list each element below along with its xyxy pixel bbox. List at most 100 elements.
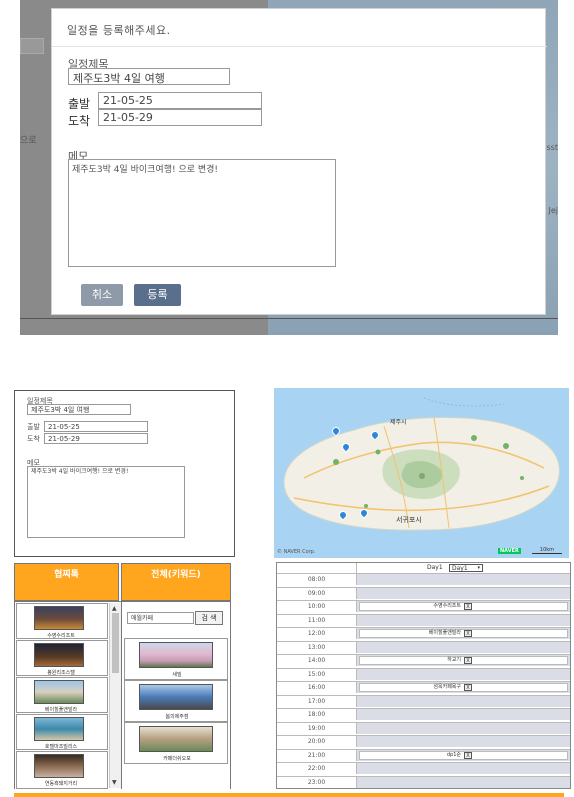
remove-event-button[interactable]: X bbox=[464, 603, 472, 610]
schedule-row: 18:00 bbox=[277, 708, 570, 721]
schedule-row: 13:00 bbox=[277, 640, 570, 654]
event-item[interactable]: 하교기 X bbox=[359, 656, 568, 665]
time-cell: 15:00 bbox=[277, 668, 357, 680]
tab-popular[interactable]: 협찌톡 bbox=[14, 563, 119, 601]
remove-event-button[interactable]: X bbox=[464, 684, 472, 691]
backdrop-field bbox=[20, 38, 44, 54]
event-label: dp1순 bbox=[446, 751, 461, 758]
schedule-modal: 일정을 등록해주세요. 일정제목 제주도3박 4일 여행 출발 21-05-25… bbox=[51, 8, 547, 315]
form-memo-textarea[interactable]: 제주도3박 4일 바이크여행! 으로 변경! bbox=[27, 466, 185, 538]
map-canvas bbox=[283, 397, 560, 531]
list-item[interactable]: 봉원리조스텔 bbox=[16, 640, 108, 676]
remove-event-button[interactable]: X bbox=[464, 630, 472, 637]
time-cell: 10:00 bbox=[277, 601, 357, 612]
list-item[interactable]: 베이힐풀앤빌라 bbox=[16, 677, 108, 713]
form-arrive-input[interactable]: 21-05-29 bbox=[44, 433, 148, 444]
remove-event-button[interactable]: X bbox=[464, 751, 472, 759]
keyword-search-input[interactable]: 애월카페 bbox=[127, 612, 194, 624]
cancel-button[interactable]: 취소 bbox=[81, 284, 123, 306]
schedule-row: 15:00 bbox=[277, 667, 570, 681]
time-cell: 23:00 bbox=[277, 776, 357, 788]
time-cell: 11:00 bbox=[277, 614, 357, 626]
day-select[interactable]: Day1 ▾ bbox=[449, 564, 483, 572]
scroll-down-icon[interactable]: ▼ bbox=[112, 779, 117, 786]
event-item[interactable]: dp1순 X bbox=[359, 750, 568, 760]
day-cell[interactable] bbox=[357, 736, 570, 747]
time-cell: 08:00 bbox=[277, 574, 357, 585]
thumbnail bbox=[139, 642, 213, 668]
event-label: 섬옥카페욕구 bbox=[433, 684, 461, 690]
form-arrive-label: 도착 bbox=[27, 435, 40, 443]
thumbnail bbox=[139, 726, 213, 752]
submit-button[interactable]: 등록 bbox=[134, 284, 181, 306]
thumbnail bbox=[139, 684, 213, 710]
schedule-row: 10:00 수영수리조트 X bbox=[277, 600, 570, 613]
time-cell: 09:00 bbox=[277, 587, 357, 599]
day-cell[interactable] bbox=[357, 574, 570, 585]
jeju-map[interactable]: 제주시 서귀포시 © NAVER Corp. NAVER 10km bbox=[274, 388, 569, 558]
list-item-caption: 새빌 bbox=[172, 672, 182, 678]
list-item[interactable]: 호텔마조빌리스 bbox=[16, 714, 108, 750]
list-item-caption: 연동흑돼지거리 bbox=[44, 781, 78, 787]
day-cell[interactable] bbox=[357, 695, 570, 707]
day-cell[interactable] bbox=[357, 722, 570, 734]
tab-keyword[interactable]: 전체(키워드) bbox=[121, 563, 231, 601]
list-item[interactable]: 새빌 bbox=[124, 638, 228, 680]
scroll-thumb[interactable] bbox=[112, 613, 119, 673]
list-item[interactable]: 수영수리조트 bbox=[16, 603, 108, 639]
day-cell[interactable] bbox=[357, 763, 570, 774]
list-item[interactable]: 봄의제주점 bbox=[124, 680, 228, 722]
list-scrollbar[interactable]: ▲ ▼ bbox=[109, 603, 121, 788]
schedule-row: 22:00 bbox=[277, 762, 570, 775]
time-cell: 20:00 bbox=[277, 736, 357, 747]
form-depart-input[interactable]: 21-05-25 bbox=[44, 421, 148, 432]
schedule-table: Day1 Day1 ▾ 08:00 09:00 10:00 수영수리조트 X 11:00 1… bbox=[276, 562, 571, 789]
form-title-input[interactable]: 제주도3박 4일 여행 bbox=[27, 404, 131, 415]
bottom-accent bbox=[14, 793, 564, 797]
event-item[interactable]: 수영수리조트 X bbox=[359, 602, 568, 611]
schedule-row: 20:00 bbox=[277, 735, 570, 748]
modal-title: 일정을 등록해주세요. bbox=[52, 9, 547, 47]
time-cell: 19:00 bbox=[277, 722, 357, 734]
schedule-row: 16:00 섬옥카페욕구 X bbox=[277, 681, 570, 694]
list-item-caption: 봄의제주점 bbox=[165, 714, 189, 720]
schedule-form: 일정제목 제주도3박 4일 여행 출발 21-05-25 도착 21-05-29… bbox=[14, 390, 235, 557]
schedule-row: 21:00 dp1순 X bbox=[277, 748, 570, 762]
day-cell[interactable] bbox=[357, 587, 570, 599]
schedule-header: Day1 Day1 ▾ bbox=[277, 563, 570, 573]
list-item[interactable]: 연동흑돼지거리 bbox=[16, 751, 108, 789]
backdrop-text: 으로 bbox=[20, 136, 37, 146]
schedule-row: 09:00 bbox=[277, 586, 570, 600]
day-label: Day1 bbox=[427, 564, 443, 571]
arrive-input[interactable]: 21-05-29 bbox=[98, 109, 262, 126]
bottom-bar bbox=[0, 789, 574, 797]
form-depart-label: 출발 bbox=[27, 423, 40, 431]
title-input[interactable]: 제주도3박 4일 여행 bbox=[68, 68, 230, 85]
backdrop-text-right: sst bbox=[546, 143, 558, 152]
search-button[interactable]: 검 색 bbox=[195, 611, 223, 625]
backdrop-text-right2: Jej bbox=[548, 206, 558, 215]
event-item[interactable]: 섬옥카페욕구 X bbox=[359, 683, 568, 692]
map-label-seogwipo: 서귀포시 bbox=[396, 516, 422, 524]
depart-input[interactable]: 21-05-25 bbox=[98, 92, 262, 109]
time-cell: 13:00 bbox=[277, 641, 357, 653]
event-item[interactable]: 베이힐풀앤빌라 X bbox=[359, 629, 568, 638]
schedule-row: 12:00 베이힐풀앤빌라 X bbox=[277, 627, 570, 640]
day-cell[interactable] bbox=[357, 668, 570, 680]
day-cell[interactable] bbox=[357, 614, 570, 626]
day-select-value: Day1 bbox=[452, 565, 468, 572]
remove-event-button[interactable]: X bbox=[464, 657, 472, 664]
memo-textarea[interactable]: 제주도3박 4일 바이크여행! 으로 변경! bbox=[68, 159, 336, 267]
list-item-caption: 봉원리조스텔 bbox=[47, 670, 75, 676]
day-cell[interactable] bbox=[357, 776, 570, 788]
time-cell: 22:00 bbox=[277, 763, 357, 774]
day-cell[interactable] bbox=[357, 709, 570, 720]
list-item[interactable]: 카페더쉬오포 bbox=[124, 722, 228, 764]
time-cell: 17:00 bbox=[277, 695, 357, 707]
arrive-label: 도착 bbox=[68, 114, 91, 128]
backdrop-divider bbox=[20, 318, 558, 319]
scroll-up-icon[interactable]: ▲ bbox=[112, 605, 117, 612]
thumbnail bbox=[34, 717, 84, 741]
day-cell[interactable] bbox=[357, 641, 570, 653]
event-label: 수영수리조트 bbox=[433, 603, 461, 609]
